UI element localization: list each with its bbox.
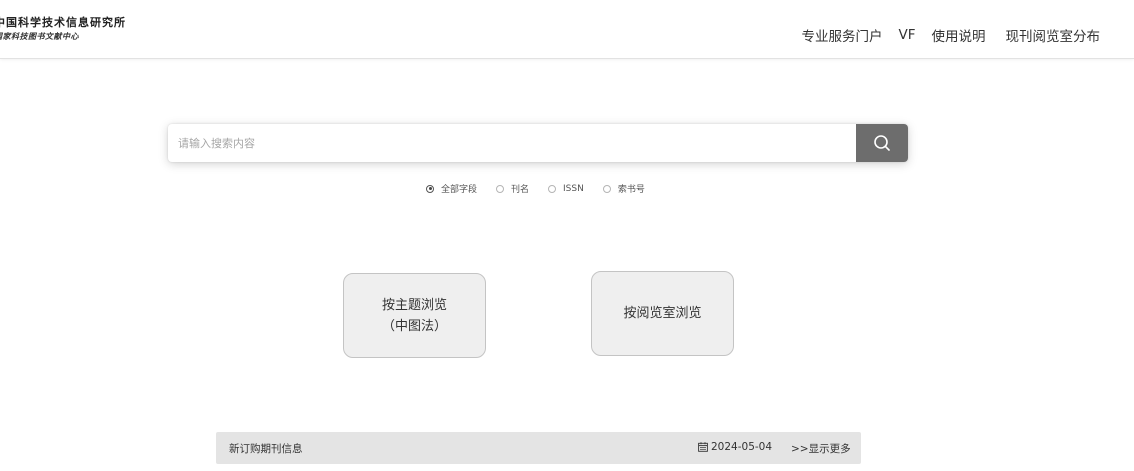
browse-by-subject-sublabel: （中图法） [381,318,447,334]
radio-label-all-fields: 全部字段 [441,185,478,195]
nav-instructions[interactable]: 使用说明 [932,25,986,45]
news-date-text: 2024-05-04 [711,441,773,453]
nav-reading-room-distribution[interactable]: 现刊阅览室分布 [1006,25,1101,45]
radio-call-number[interactable]: 索书号 [602,182,645,195]
radio-button[interactable] [602,184,611,193]
radio-label-call-number: 索书号 [617,185,645,195]
radio-label-issn: ISSN [563,183,584,194]
radio-button[interactable] [548,184,557,193]
browse-by-subject-label: 按主题浏览 [381,297,447,313]
logo-subtitle: 国家科技图书文献中心 [0,31,79,41]
top-header: 中国科学技术信息研究所 国家科技图书文献中心 专业服务门户 VF 使用说明 现刊… [0,0,1134,59]
radio-title[interactable]: 刊名 [496,182,529,195]
calendar-icon [698,442,708,452]
browse-by-reading-room-label: 按阅览室浏览 [623,306,702,321]
news-date: 2024-05-04 [698,441,772,453]
search-icon [874,135,890,151]
radio-issn[interactable]: ISSN [548,184,584,194]
new-subscriptions-title: 新订购期刊信息 [229,443,303,455]
site-logo[interactable]: 中国科学技术信息研究所 国家科技图书文献中心 [0,17,126,40]
browse-by-subject-button[interactable]: 按主题浏览 （中图法） [343,273,486,358]
radio-button-checked[interactable] [426,184,434,193]
nav-vf[interactable]: VF [898,27,915,43]
radio-all-fields[interactable]: 全部字段 [426,182,477,195]
search-input[interactable] [168,124,854,162]
top-nav: 专业服务门户 VF 使用说明 现刊阅览室分布 [785,25,1100,45]
radio-label-title: 刊名 [511,185,530,195]
search-field-options: 全部字段 刊名 ISSN 索书号 [426,182,664,195]
search-bar [168,124,908,162]
show-more-link[interactable]: >>显示更多 [791,441,851,456]
logo-title: 中国科学技术信息研究所 [0,16,126,29]
search-button[interactable] [856,124,908,162]
nav-professional-portal[interactable]: 专业服务门户 [801,25,882,45]
new-subscriptions-bar: 新订购期刊信息 2024-05-04 >>显示更多 [216,432,861,464]
browse-by-reading-room-button[interactable]: 按阅览室浏览 [591,271,734,356]
radio-button[interactable] [496,184,505,193]
